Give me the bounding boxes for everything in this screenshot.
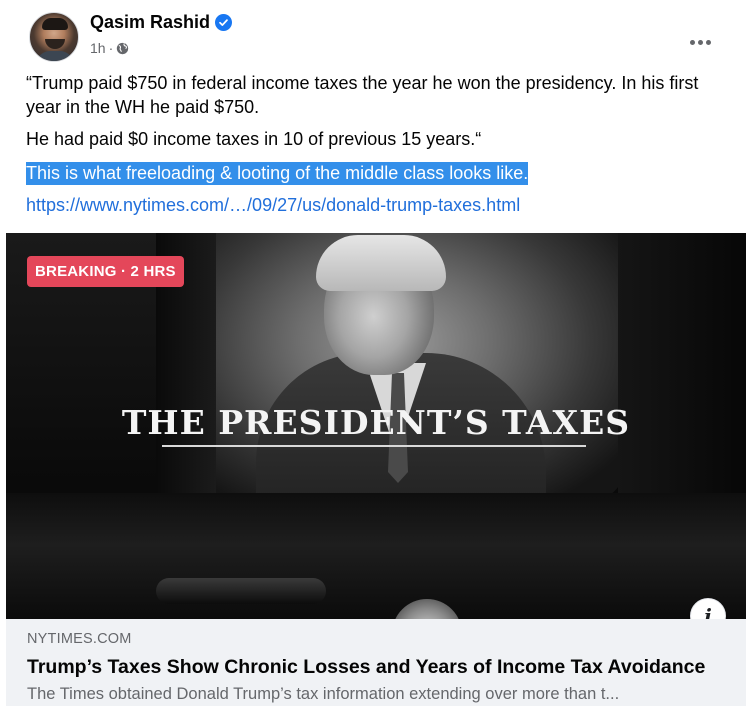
post-text-paragraph-3: This is what freeloading & looting of th… (26, 161, 738, 185)
post-timestamp[interactable]: 1h (90, 40, 106, 56)
post-header: Qasim Rashid 1h · (6, 8, 746, 64)
breaking-badge: BREAKING · 2 HRS (27, 256, 184, 287)
author-name[interactable]: Qasim Rashid (90, 12, 210, 33)
avatar-beard (45, 39, 65, 49)
more-dot-icon (689, 39, 695, 45)
link-title: Trump’s Taxes Show Chronic Losses and Ye… (27, 656, 706, 678)
globe-icon[interactable] (116, 42, 129, 55)
car-pillar-right (618, 233, 746, 523)
link-preview-image[interactable]: BREAKING · 2 HRS THE PRESIDENT’S TAXES (6, 233, 746, 619)
author-name-row: Qasim Rashid (90, 12, 233, 33)
author-avatar[interactable] (29, 12, 79, 62)
more-dot-icon (697, 39, 703, 45)
post-meta: 1h · (90, 40, 129, 56)
car-door-handle (156, 578, 326, 604)
link-description: The Times obtained Donald Trump’s tax in… (27, 685, 620, 703)
post-text-paragraph-1: “Trump paid $750 in federal income taxes… (26, 73, 699, 117)
photo-figure-hair (316, 235, 446, 291)
facebook-post: Qasim Rashid 1h · “Trump paid $750 in fe… (6, 0, 746, 706)
link-domain: NYTIMES.COM (27, 631, 132, 647)
more-dot-icon (705, 39, 711, 45)
car-door (6, 493, 746, 619)
more-options-button[interactable] (682, 24, 718, 60)
selected-text-highlight: This is what freeloading & looting of th… (26, 162, 529, 185)
headline-underline (162, 445, 586, 447)
avatar-hair (42, 18, 68, 30)
verified-badge-icon (215, 14, 233, 31)
link-preview-card[interactable]: NYTIMES.COM Trump’s Taxes Show Chronic L… (6, 619, 746, 706)
meta-separator: · (108, 40, 114, 56)
image-headline: THE PRESIDENT’S TAXES (121, 403, 631, 442)
post-text-paragraph-2: He had paid $0 income taxes in 10 of pre… (26, 129, 482, 149)
post-link[interactable]: https://www.nytimes.com/…/09/27/us/donal… (26, 195, 520, 216)
avatar-shirt (36, 51, 74, 61)
